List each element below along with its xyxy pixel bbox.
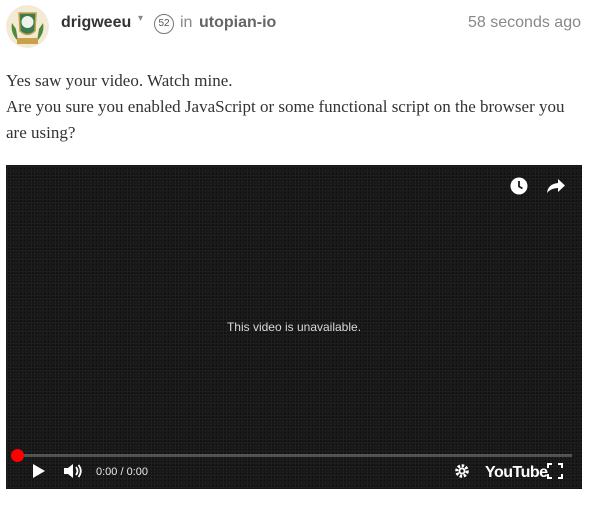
play-icon[interactable] <box>32 463 46 484</box>
fullscreen-icon[interactable] <box>547 463 563 484</box>
comment-header: drigweeu ▾ 52 in utopian-io 58 seconds a… <box>0 0 596 50</box>
body-line-1: Yes saw your video. Watch mine. <box>6 71 233 90</box>
reputation-badge: 52 <box>154 14 174 34</box>
video-controls: 0:00 / 0:00 YouTube <box>6 461 582 487</box>
share-icon[interactable] <box>546 177 566 200</box>
author-name[interactable]: drigweeu <box>61 14 131 32</box>
volume-icon[interactable] <box>63 463 83 484</box>
community-link[interactable]: utopian-io <box>199 14 276 32</box>
settings-icon[interactable] <box>454 463 470 484</box>
comment-body: Yes saw your video. Watch mine. Are you … <box>6 68 586 146</box>
avatar-emblem-icon <box>6 5 49 48</box>
in-label: in <box>180 14 193 31</box>
unavailable-message: This video is unavailable. <box>226 320 362 334</box>
avatar[interactable] <box>6 5 49 48</box>
watch-later-icon[interactable] <box>510 177 528 200</box>
progress-bar[interactable] <box>16 454 572 457</box>
youtube-logo[interactable]: YouTube <box>485 464 548 482</box>
body-line-2: Are you sure you enabled JavaScript or s… <box>6 97 565 142</box>
video-player[interactable]: This video is unavailable. 0:00 / 0:00 Y… <box>6 165 582 489</box>
video-top-controls <box>496 177 566 200</box>
time-display: 0:00 / 0:00 <box>96 466 148 478</box>
timestamp[interactable]: 58 seconds ago <box>468 14 581 32</box>
author-menu-caret-icon[interactable]: ▾ <box>138 13 143 24</box>
